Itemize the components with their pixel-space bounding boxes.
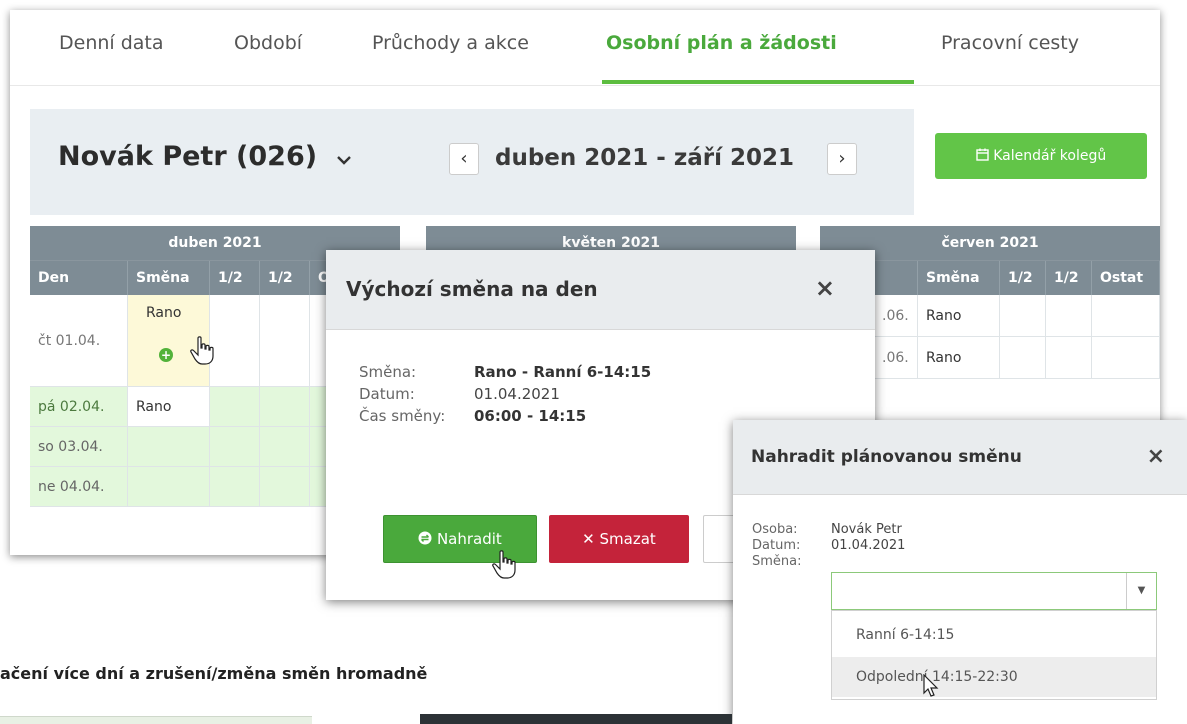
hand-cursor-icon: [190, 336, 216, 370]
other-cell[interactable]: [1092, 295, 1160, 336]
chevron-down-icon[interactable]: [336, 147, 352, 171]
column-header: Směna: [918, 261, 1000, 295]
close-icon[interactable]: ×: [1147, 444, 1165, 469]
stage: Denní data Období Průchody a akce Osobní…: [0, 0, 1187, 724]
field-label: Datum:: [359, 385, 415, 403]
half-day-cell[interactable]: [1046, 337, 1092, 378]
column-header: 1/2: [1046, 261, 1092, 295]
tab-business-trips[interactable]: Pracovní cesty: [941, 32, 1079, 54]
field-label: Čas směny:: [359, 407, 446, 425]
person-value: Novák Petr: [831, 522, 902, 537]
column-header: Směna: [128, 261, 210, 295]
shift-value: Rano - Ranní 6-14:15: [474, 363, 652, 381]
shift-time-value: 06:00 - 14:15: [474, 407, 587, 425]
half-day-cell[interactable]: [210, 427, 260, 466]
half-day-cell[interactable]: [1000, 337, 1046, 378]
close-icon[interactable]: ×: [815, 274, 835, 302]
delete-button-label: Smazat: [599, 530, 656, 548]
half-day-cell[interactable]: [260, 387, 310, 426]
half-day-cell[interactable]: [1000, 295, 1046, 336]
column-header: Den: [30, 261, 128, 295]
day-cell: pá 02.04.: [30, 387, 128, 426]
caret-down-icon[interactable]: ▼: [1126, 573, 1156, 609]
column-header: 1/2: [260, 261, 310, 295]
calendar-icon: [976, 148, 993, 164]
active-tab-indicator: [602, 80, 914, 84]
person-selector[interactable]: Novák Petr (026): [58, 141, 317, 172]
plan-header: Novák Petr (026) ‹ duben 2021 - září 202…: [30, 109, 914, 215]
day-cell: čt 01.04.: [30, 295, 128, 386]
tab-daily-data[interactable]: Denní data: [59, 32, 164, 54]
prev-period-button[interactable]: ‹: [449, 143, 479, 175]
field-label: Směna:: [359, 363, 417, 381]
shift-value: Rano: [146, 305, 182, 321]
shift-dropdown: Ranní 6-14:15 Odpolední 14:15-22:30: [831, 610, 1157, 700]
colleagues-calendar-button[interactable]: Kalendář kolegů: [935, 133, 1147, 179]
delete-button[interactable]: ✕ Smazat: [549, 515, 689, 563]
colleagues-calendar-label: Kalendář kolegů: [993, 148, 1107, 164]
half-day-cell[interactable]: [1046, 295, 1092, 336]
next-period-button[interactable]: ›: [827, 143, 857, 175]
field-label: Osoba:: [752, 522, 798, 537]
field-label: Směna:: [752, 554, 802, 569]
shift-select[interactable]: ▼: [831, 572, 1157, 610]
half-day-cell[interactable]: [260, 427, 310, 466]
tab-period[interactable]: Období: [234, 32, 302, 54]
swap-icon: [418, 530, 437, 548]
column-header: 1/2: [210, 261, 260, 295]
column-header: Ostat: [1092, 261, 1160, 295]
dialog-header: Výchozí směna na den ×: [326, 250, 875, 330]
half-day-cell[interactable]: [210, 467, 260, 506]
shift-cell[interactable]: Rano: [918, 295, 1000, 336]
day-cell: so 03.04.: [30, 427, 128, 466]
replace-button-label: Nahradit: [436, 530, 502, 548]
dialog-header: Nahradit plánovanou směnu ×: [733, 420, 1187, 495]
half-day-cell[interactable]: [210, 387, 260, 426]
dialog-title: Výchozí směna na den: [346, 277, 598, 301]
shift-cell[interactable]: [128, 427, 210, 466]
other-cell[interactable]: [1092, 337, 1160, 378]
section-caption: ačení více dní a zrušení/změna směn hrom…: [0, 664, 428, 683]
tab-personal-plan[interactable]: Osobní plán a žádosti: [606, 32, 837, 54]
field-label: Datum:: [752, 538, 801, 553]
tab-passages-actions[interactable]: Průchody a akce: [372, 32, 529, 54]
shift-cell[interactable]: Rano: [128, 387, 210, 426]
half-day-cell[interactable]: [260, 467, 310, 506]
half-day-cell[interactable]: [260, 295, 310, 386]
add-shift-icon[interactable]: +: [159, 348, 173, 362]
shift-option-hovered[interactable]: Odpolední 14:15-22:30: [832, 657, 1156, 697]
tab-bar: Denní data Období Průchody a akce Osobní…: [10, 10, 1160, 86]
shift-option[interactable]: Ranní 6-14:15: [832, 615, 1156, 655]
column-header: 1/2: [1000, 261, 1046, 295]
period-label: duben 2021 - září 2021: [495, 145, 795, 171]
thumbnail-preview: [0, 716, 312, 724]
shift-cell[interactable]: [128, 467, 210, 506]
dialog-title: Nahradit plánovanou směnu: [751, 447, 1022, 467]
half-day-cell[interactable]: [210, 295, 260, 386]
replace-shift-dialog: Nahradit plánovanou směnu × Osoba: Novák…: [733, 420, 1187, 724]
thumbnail-preview: [420, 714, 732, 724]
hand-cursor-icon: [492, 550, 518, 584]
shift-cell[interactable]: Rano: [918, 337, 1000, 378]
day-cell: ne 04.04.: [30, 467, 128, 506]
arrow-cursor-icon: [923, 673, 939, 702]
close-icon: ✕: [582, 530, 595, 548]
date-value: 01.04.2021: [474, 385, 560, 403]
date-value: 01.04.2021: [831, 538, 906, 553]
